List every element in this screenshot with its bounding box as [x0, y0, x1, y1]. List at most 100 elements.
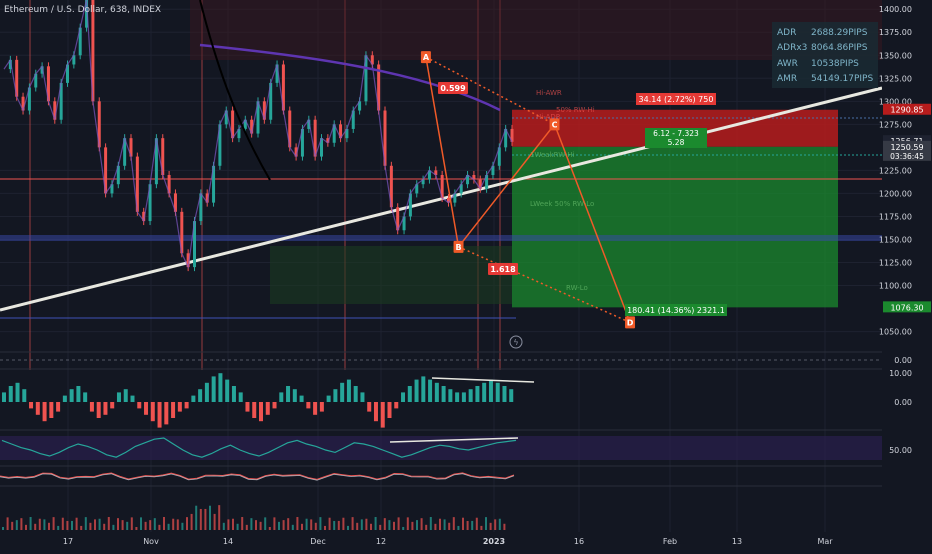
x-tick-label: Mar: [817, 537, 833, 546]
volume-bar: [103, 523, 106, 530]
level-label: 1WeakRW-Hi: [530, 151, 575, 159]
histogram-bar: [252, 402, 257, 418]
target-zone: [512, 146, 838, 308]
volume-bar: [255, 520, 257, 530]
volume-bar: [232, 518, 234, 530]
stop-label-box: 34.14 (2.72%) 750: [636, 93, 716, 105]
volume-bar: [149, 520, 152, 530]
ratio-box-2: 1.618: [488, 263, 518, 275]
risk-reward-box: 6.12 - 7.323 5.28: [645, 128, 707, 148]
histogram-bar: [482, 382, 487, 402]
volume-bar: [374, 517, 377, 530]
volume-bar: [227, 519, 230, 530]
y-tick-label: 1400.00: [879, 5, 912, 14]
price-tag-label: 1076.30: [890, 303, 923, 312]
histogram-bar: [198, 389, 203, 402]
volume-bar: [439, 518, 441, 530]
histogram-bar: [42, 402, 47, 422]
y-tick-label: 50.00: [889, 446, 912, 455]
chart-canvas[interactable]: ABCD 1400.001375.001350.001325.001300.00…: [0, 0, 932, 550]
histogram-bar: [279, 392, 284, 402]
histogram-bar: [387, 402, 392, 418]
volume-bar: [20, 518, 23, 530]
y-tick-label: 0.00: [894, 398, 912, 407]
histogram-bar: [299, 395, 304, 402]
volume-bar: [282, 520, 285, 530]
lightning-glyph: ϟ: [513, 338, 518, 347]
volume-bar: [158, 524, 161, 530]
histogram-bar: [123, 389, 128, 402]
y-tick-label: 1125.00: [879, 259, 912, 268]
y-tick-label: 0.00: [894, 356, 912, 365]
volume-bar: [2, 527, 4, 530]
volume-bar: [337, 520, 340, 530]
rr-label-line1: 6.12 - 7.323: [653, 129, 699, 138]
ratio-box-1: 0.599: [438, 82, 468, 94]
histogram-bar: [488, 379, 493, 402]
volume-bar: [278, 521, 280, 530]
histogram-bar: [272, 402, 277, 409]
histogram-bar: [414, 379, 419, 402]
x-tick-label: 16: [574, 537, 584, 546]
volume-bar: [84, 517, 87, 530]
volume-bar: [462, 517, 464, 530]
volume-bar: [314, 522, 317, 530]
volume-bar: [310, 519, 313, 530]
volume-bar: [172, 518, 175, 530]
volume-bar: [218, 505, 221, 530]
stat-label: ADRx3: [777, 43, 807, 53]
histogram-bar: [475, 386, 480, 402]
histogram-bar: [333, 389, 338, 402]
volume-bar: [204, 508, 207, 530]
pattern-point-A[interactable]: A: [420, 51, 431, 64]
volume-bar: [347, 525, 349, 530]
volume-bar: [107, 517, 110, 530]
volume-bar: [356, 522, 359, 530]
stat-value: 8064.86PIPS: [811, 43, 868, 53]
price-tag-label: 1290.85: [890, 106, 923, 115]
volume-bar: [485, 517, 487, 530]
volume-bar: [144, 521, 147, 530]
histogram-bar: [137, 402, 142, 409]
chart-root: ABCD 1400.00 1375.00 1350.00 1325.00 1300.00…: [0, 0, 932, 550]
y-tick-label: 1050.00: [879, 328, 912, 337]
volume-bar: [181, 522, 184, 530]
histogram-bar: [96, 402, 101, 418]
pattern-point-label: A: [423, 53, 430, 62]
volume-bar: [209, 505, 211, 530]
volume-bar: [383, 518, 386, 530]
histogram-bar: [441, 386, 446, 402]
histogram-bar: [204, 382, 209, 402]
x-tick-label: 13: [732, 537, 742, 546]
time-axis[interactable]: [0, 532, 882, 550]
histogram-bar: [502, 386, 507, 402]
stat-label: ADR: [777, 28, 796, 38]
volume-bar: [80, 525, 83, 530]
volume-bar: [264, 517, 267, 530]
target-label-box: 180.41 (14.36%) 2321.1: [625, 304, 727, 316]
volume-bar: [333, 520, 336, 530]
x-tick-label: 17: [63, 537, 73, 546]
volume-bar: [163, 517, 165, 530]
volume-bar: [94, 519, 96, 530]
histogram-bar: [380, 402, 385, 428]
volume-bar: [351, 517, 354, 530]
volume-bar: [379, 524, 382, 530]
histogram-bar: [286, 386, 291, 402]
volume-bar: [406, 517, 409, 530]
pattern-point-D[interactable]: D: [625, 316, 636, 329]
histogram-bar: [394, 402, 399, 409]
x-tick-label: 2023: [483, 537, 505, 546]
y-tick-label: 1275.00: [879, 120, 912, 129]
volume-bar: [167, 523, 170, 530]
volume-bar: [153, 518, 156, 530]
histogram-bar: [340, 382, 345, 402]
histogram-bar: [157, 402, 162, 428]
volume-bar: [273, 517, 276, 530]
volume-bar: [443, 519, 446, 530]
histogram-bar: [461, 392, 466, 402]
stat-label: AMR: [777, 74, 797, 84]
pattern-point-B[interactable]: B: [453, 240, 464, 253]
histogram-bar: [367, 402, 372, 412]
volume-bar: [199, 508, 202, 530]
